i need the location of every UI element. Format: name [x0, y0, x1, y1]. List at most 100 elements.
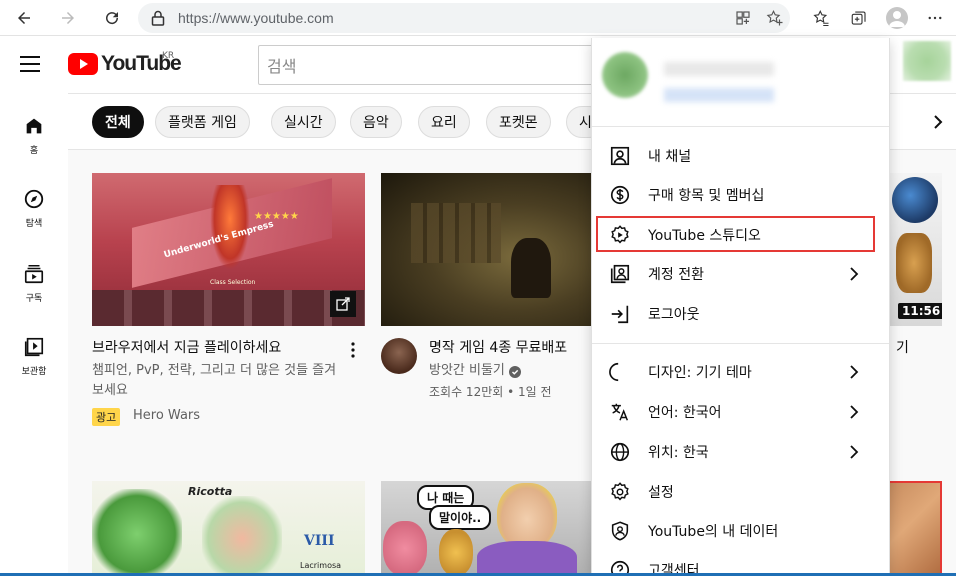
menu-item-sign-out[interactable]: 로그아웃 — [592, 294, 889, 334]
chip-cooking[interactable]: 요리 — [418, 106, 470, 138]
more-horizontal-icon — [928, 16, 942, 20]
chip-all[interactable]: 전체 — [92, 106, 144, 138]
chip-music[interactable]: 음악 — [350, 106, 402, 138]
sidebar-item-library[interactable]: 보관함 — [0, 336, 68, 377]
subscriptions-icon — [24, 265, 44, 284]
verified-check-icon — [509, 366, 521, 378]
home-icon — [26, 118, 42, 134]
globe-icon — [610, 442, 630, 462]
channel-avatar[interactable] — [381, 338, 417, 374]
forward-button[interactable] — [46, 0, 90, 36]
sidebar-item-explore[interactable]: 탐색 — [0, 188, 68, 229]
highlight-annotation-box — [596, 216, 875, 252]
video-title[interactable]: 명작 게임 4종 무료배포 — [429, 338, 567, 358]
ad-video-title[interactable]: 브라우저에서 지금 플레이하세요 — [92, 338, 281, 358]
ad-description-line2: 보세요 — [92, 383, 128, 398]
refresh-button[interactable] — [90, 0, 134, 36]
video-title-partial[interactable]: 기 — [896, 338, 909, 358]
lock-icon — [138, 10, 178, 26]
menu-item-purchases[interactable]: 구매 항목 및 멤버십 — [592, 175, 889, 215]
account-box-icon — [610, 146, 630, 166]
mini-guide-sidebar: 홈 탐색 구독 보관함 — [0, 93, 68, 576]
account-menu: 내 채널 구매 항목 및 멤버십 YouTube 스튜디오 계정 전환 로그아웃… — [591, 38, 890, 576]
menu-item-appearance[interactable]: 디자인: 기기 테마 — [592, 352, 889, 392]
chip-platform-game[interactable]: 플랫폼 게임 — [155, 106, 250, 138]
menu-label: 계정 전환 — [648, 267, 704, 283]
chip-label: 플랫폼 게임 — [168, 115, 237, 131]
external-link-button[interactable] — [330, 291, 356, 317]
character-cards-row — [92, 290, 365, 326]
menu-label: 언어: 한국어 — [648, 405, 722, 421]
library-icon — [24, 337, 44, 357]
search-input[interactable]: 검색 — [258, 45, 598, 85]
video-meta: 조회수 12만회 • 1일 전 — [429, 385, 552, 399]
external-link-icon — [336, 297, 350, 311]
refresh-icon — [106, 12, 119, 25]
menu-label: 구매 항목 및 멤버십 — [648, 188, 765, 204]
more-vertical-icon[interactable] — [350, 341, 356, 359]
menu-label: 설정 — [648, 485, 674, 501]
chevron-right-icon — [850, 267, 859, 281]
account-header — [592, 38, 889, 127]
sidebar-label-home: 홈 — [29, 146, 39, 156]
thumb-label-ricotta: Ricotta — [188, 485, 233, 498]
ad-badge: 광고 — [92, 408, 121, 426]
menu-item-switch-account[interactable]: 계정 전환 — [592, 254, 889, 294]
stars-text: ★★★★★ — [254, 211, 299, 222]
menu-item-location[interactable]: 위치: 한국 — [592, 432, 889, 472]
account-menu-avatar — [602, 52, 648, 98]
menu-label: YouTube의 내 데이터 — [648, 524, 779, 540]
anime-character-2 — [202, 496, 282, 576]
thumb-subtitle-text: Class Selection — [210, 279, 256, 286]
collections-icon — [851, 11, 866, 25]
chip-live[interactable]: 실시간 — [271, 106, 336, 138]
youtube-play-logo-icon — [68, 53, 98, 75]
sidebar-label-explore: 탐색 — [25, 219, 43, 229]
sidebar-item-home[interactable]: 홈 — [0, 115, 68, 156]
menu-label: 디자인: 기기 테마 — [648, 365, 752, 381]
address-bar[interactable]: https://www.youtube.com — [138, 3, 790, 33]
chip-label: 실시간 — [284, 115, 323, 131]
menu-label: 내 채널 — [648, 149, 692, 165]
sidebar-item-subscriptions[interactable]: 구독 — [0, 263, 68, 304]
chip-label: 전체 — [105, 115, 131, 131]
favorites-button[interactable] — [802, 0, 840, 36]
browser-toolbar: https://www.youtube.com — [0, 0, 956, 36]
browser-menu-button[interactable] — [916, 0, 954, 36]
chip-pokemon[interactable]: 포켓몬 — [486, 106, 551, 138]
hamburger-menu-icon[interactable] — [20, 55, 44, 73]
manage-account-link-redacted[interactable] — [664, 88, 774, 102]
profile-icon — [886, 7, 908, 29]
translate-icon — [611, 403, 629, 421]
menu-item-your-data[interactable]: YouTube의 내 데이터 — [592, 511, 889, 551]
anime-character-1 — [92, 489, 182, 576]
browser-profile-button[interactable] — [878, 0, 916, 36]
chip-label: 요리 — [431, 115, 457, 131]
yellow-character — [439, 529, 473, 576]
back-button[interactable] — [2, 0, 46, 36]
collections-button[interactable] — [840, 0, 878, 36]
ad-description-line1: 챔피언, PvP, 전략, 그리고 더 많은 것들 즐겨 — [92, 363, 337, 378]
ys-logo-mark: VIII — [304, 533, 335, 549]
advertiser-name[interactable]: Hero Wars — [133, 406, 200, 426]
menu-divider — [592, 343, 889, 344]
sign-out-icon — [611, 305, 629, 324]
account-avatar[interactable] — [903, 41, 951, 81]
arrow-right-icon — [62, 12, 74, 24]
chevron-right-icon[interactable] — [930, 112, 946, 132]
account-name-redacted — [664, 62, 774, 76]
app-grid-icon[interactable] — [734, 9, 752, 27]
menu-item-settings[interactable]: 설정 — [592, 472, 889, 512]
menu-item-language[interactable]: 언어: 한국어 — [592, 392, 889, 432]
video-thumbnail[interactable]: Ricotta VIII Lacrimosa — [92, 481, 365, 576]
channel-name[interactable]: 방앗간 비둘기 — [429, 361, 505, 381]
speech-bubble-2: 말이야.. — [429, 505, 492, 530]
cave-barrels — [411, 203, 501, 263]
video-thumbnail-ad[interactable]: Underworld's Empress ★★★★★ Class Selecti… — [92, 173, 365, 326]
chip-label: 시 — [579, 115, 592, 131]
video-duration: 11:56 — [898, 303, 942, 319]
menu-item-my-channel[interactable]: 내 채널 — [592, 136, 889, 176]
add-favorite-icon[interactable] — [766, 9, 784, 27]
thumb-label-lacrimosa: Lacrimosa — [300, 561, 342, 570]
favorites-star-icon — [813, 9, 829, 27]
